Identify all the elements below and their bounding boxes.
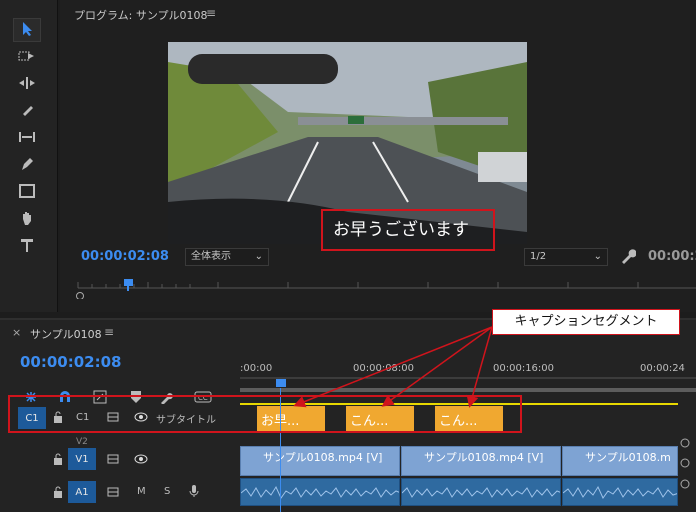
annotation-arrows bbox=[293, 326, 493, 408]
